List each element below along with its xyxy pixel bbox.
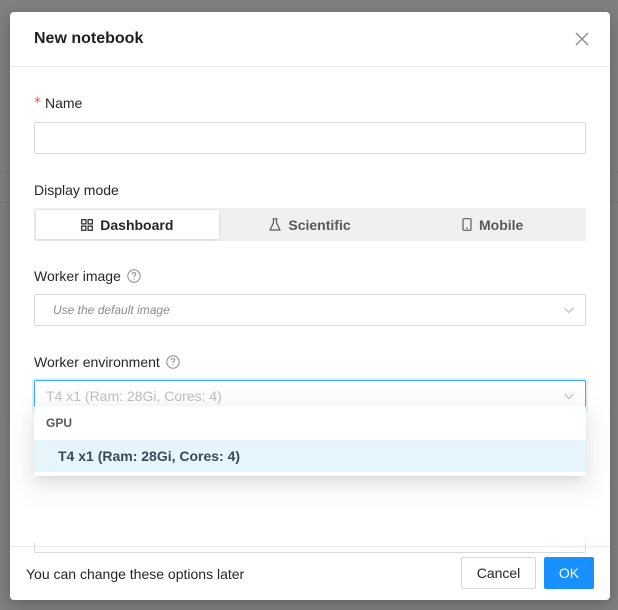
- dropdown-group-label: GPU: [46, 416, 73, 430]
- name-label: * Name: [34, 95, 82, 111]
- question-circle-icon[interactable]: [127, 269, 141, 283]
- required-mark: *: [34, 95, 41, 111]
- display-mode-dashboard[interactable]: Dashboard: [36, 210, 219, 239]
- dialog-title: New notebook: [34, 30, 144, 47]
- display-mode-mobile-label: Mobile: [479, 216, 524, 233]
- chevron-down-icon: [564, 307, 574, 314]
- worker-environment-label: Worker environment: [34, 354, 180, 370]
- footer-note: You can change these options later: [26, 565, 245, 582]
- chevron-down-icon: [564, 393, 574, 400]
- name-label-text: Name: [45, 95, 83, 111]
- display-mode-mobile[interactable]: Mobile: [401, 210, 584, 239]
- mobile-icon: [462, 218, 472, 231]
- flask-icon: [269, 218, 281, 231]
- worker-environment-label-text: Worker environment: [34, 354, 160, 370]
- display-mode-label: Display mode: [34, 182, 119, 198]
- worker-environment-dropdown: GPU T4 x1 (Ram: 28Gi, Cores: 4): [34, 406, 586, 476]
- display-mode-dashboard-label: Dashboard: [100, 216, 174, 233]
- worker-environment-value: T4 x1 (Ram: 28Gi, Cores: 4): [46, 388, 222, 404]
- worker-image-placeholder: Use the default image: [53, 303, 170, 317]
- display-mode-segmented: Dashboard Scientific Mobile: [34, 208, 586, 241]
- question-circle-icon[interactable]: [166, 355, 180, 369]
- worker-image-select[interactable]: Use the default image: [34, 294, 586, 326]
- worker-image-label-text: Worker image: [34, 268, 121, 284]
- name-input[interactable]: [34, 122, 586, 154]
- ok-button[interactable]: OK: [544, 557, 594, 589]
- display-mode-scientific-label: Scientific: [288, 216, 351, 233]
- close-icon: [575, 32, 589, 46]
- dashboard-icon: [81, 218, 94, 231]
- dropdown-option[interactable]: T4 x1 (Ram: 28Gi, Cores: 4): [34, 440, 586, 472]
- cancel-button[interactable]: Cancel: [461, 557, 536, 589]
- dialog-header: New notebook: [10, 12, 610, 67]
- dialog-footer: You can change these options later Cance…: [10, 546, 610, 600]
- worker-image-label: Worker image: [34, 268, 141, 284]
- close-button[interactable]: [572, 29, 592, 49]
- display-mode-scientific[interactable]: Scientific: [219, 210, 402, 239]
- new-notebook-dialog: New notebook * Name Display mode Dashboa…: [10, 12, 610, 600]
